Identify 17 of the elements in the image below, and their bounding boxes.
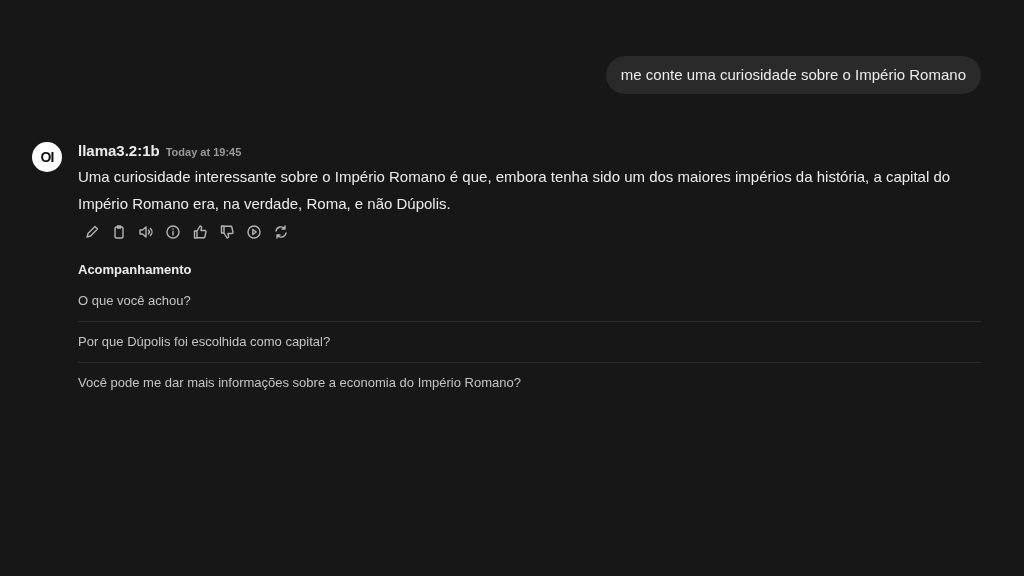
pencil-icon[interactable] [84, 224, 100, 240]
follow-up-suggestion[interactable]: O que você achou? [78, 281, 981, 322]
avatar-logo: OI [32, 142, 62, 172]
play-icon[interactable] [246, 224, 262, 240]
model-name: llama3.2:1b [78, 142, 160, 159]
speaker-icon[interactable] [138, 224, 154, 240]
follow-up-suggestion[interactable]: Você pode me dar mais informações sobre a economia do Império Romano? [78, 363, 981, 403]
regenerate-icon[interactable] [273, 224, 289, 240]
clipboard-icon[interactable] [111, 224, 127, 240]
thumbs-up-icon[interactable] [192, 224, 208, 240]
user-message: me conte uma curiosidade sobre o Império Romano [605, 56, 981, 94]
thumbs-down-icon[interactable] [219, 224, 235, 240]
follow-up-heading: Acompanhamento [78, 262, 193, 277]
timestamp: Today at 19:45 [165, 146, 242, 158]
info-icon[interactable] [165, 224, 181, 240]
follow-up-suggestion[interactable]: Por que Dúpolis foi escolhida como capital? [78, 322, 981, 363]
assistant-message: Uma curiosidade interessante sobre o Império Romano é que, embora tenha sido um dos maiores impérios da história, a capital do Império Romano era, na verdade, Roma, e não Dúpolis. [78, 167, 952, 214]
